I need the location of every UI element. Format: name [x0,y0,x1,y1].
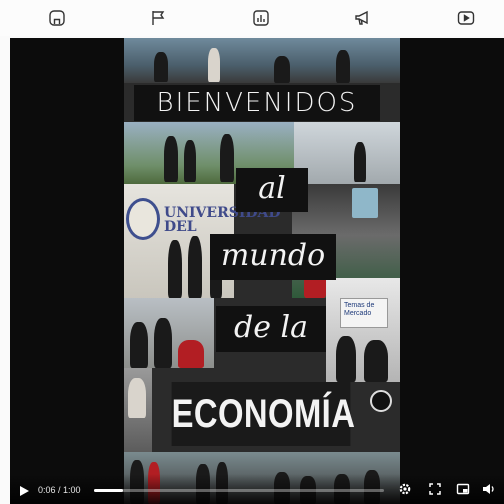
collage-photo [124,368,152,452]
logo-icon [370,390,392,412]
title-al: al [236,168,308,212]
title-mundo: mundo [210,234,336,280]
progress-bar[interactable] [94,489,384,492]
video-frame[interactable]: UNIVERSIDAD DEL Temas de Mercado BIENVEN… [124,38,400,504]
chart-icon[interactable] [251,8,271,28]
home-icon[interactable] [47,8,67,28]
flag-icon[interactable] [148,8,168,28]
fullscreen-icon[interactable] [428,482,442,496]
collage-photo: Temas de Mercado [326,278,400,382]
collage-photo [294,122,400,184]
top-nav-bar [0,0,504,36]
university-seal [126,198,160,240]
title-bienvenidos: BIENVENIDOS [134,85,380,121]
play-icon[interactable] [18,484,30,496]
volume-icon[interactable] [482,482,496,496]
settings-icon[interactable] [398,482,412,496]
video-player[interactable]: UNIVERSIDAD DEL Temas de Mercado BIENVEN… [10,38,504,504]
title-de-la: de la [216,306,326,352]
pip-icon[interactable] [456,482,470,496]
video-icon[interactable] [456,8,476,28]
megaphone-icon[interactable] [353,8,373,28]
title-economia: ECONOMÍA [171,382,355,446]
collage-photo [124,298,214,368]
market-sign: Temas de Mercado [340,298,388,328]
player-controls: 0:06 / 1:00 [10,474,504,504]
progress-fill [94,489,123,492]
collage-photo [124,38,400,83]
time-readout: 0:06 / 1:00 [38,485,81,495]
